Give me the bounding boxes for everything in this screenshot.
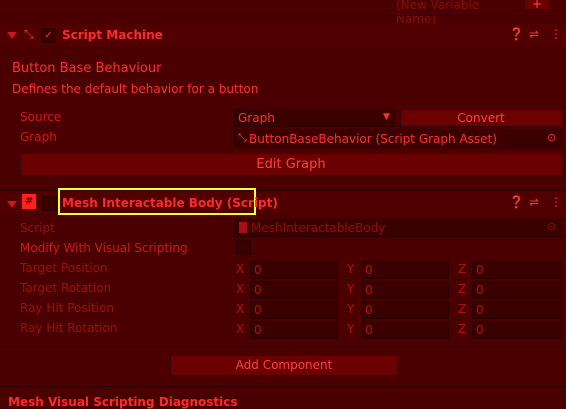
object-picker-icon[interactable]: ⊙: [547, 131, 556, 144]
source-dropdown[interactable]: Graph ▼: [234, 109, 396, 127]
more-options-icon[interactable]: ⋮: [550, 195, 562, 209]
z-value-field[interactable]: 0: [472, 281, 562, 299]
graph-summary: Defines the default behavior for a butto…: [12, 82, 259, 96]
graph-label: Graph: [20, 130, 57, 144]
graph-title: Button Base Behaviour: [12, 61, 162, 76]
chevron-down-icon: ▼: [383, 112, 390, 122]
y-axis-label: Y: [347, 302, 355, 316]
x-axis-label: X: [236, 282, 245, 296]
z-value-field[interactable]: 0: [472, 301, 562, 319]
script-graph-icon: ⤡: [238, 131, 247, 144]
collapse-triangle-icon[interactable]: [7, 201, 17, 208]
modify-with-visual-scripting-checkbox[interactable]: [236, 240, 251, 255]
script-machine-icon: ⤡: [24, 27, 34, 41]
z-axis-label: Z: [458, 262, 467, 276]
enabled-checkbox[interactable]: [42, 196, 57, 211]
enabled-checkbox[interactable]: ✓: [41, 28, 56, 43]
x-value-field[interactable]: 0: [250, 261, 338, 279]
x-value-field[interactable]: 0: [250, 321, 338, 339]
vector-row-label: Target Position: [20, 261, 108, 275]
z-value-field[interactable]: 0: [472, 261, 562, 279]
new-variable-name-input[interactable]: (New Variable Name): [396, 0, 518, 26]
x-axis-label: X: [236, 262, 245, 276]
z-value-field[interactable]: 0: [472, 321, 562, 339]
z-axis-label: Z: [458, 302, 467, 316]
add-component-button[interactable]: Add Component: [170, 355, 398, 376]
presets-icon[interactable]: ⇌: [529, 195, 539, 209]
help-icon[interactable]: ❓: [509, 195, 524, 209]
x-axis-label: X: [236, 302, 245, 316]
object-picker-icon: ⊙: [547, 220, 557, 233]
modify-label: Modify With Visual Scripting: [20, 241, 188, 255]
script-icon: [239, 222, 247, 233]
convert-button[interactable]: Convert: [400, 109, 562, 127]
source-value: Graph: [238, 111, 275, 125]
component-title: Mesh Interactable Body (Script): [62, 196, 278, 210]
y-axis-label: Y: [347, 262, 355, 276]
y-value-field[interactable]: 0: [361, 301, 449, 319]
graph-asset-field[interactable]: ⤡ ButtonBaseBehavior (Script Graph Asset…: [234, 129, 562, 148]
presets-icon[interactable]: ⇌: [529, 27, 539, 41]
script-icon: #: [22, 194, 36, 209]
more-options-icon[interactable]: ⋮: [550, 27, 562, 41]
y-value-field[interactable]: 0: [361, 261, 449, 279]
y-axis-label: Y: [347, 322, 355, 336]
component-title: Script Machine: [62, 28, 163, 42]
y-value-field[interactable]: 0: [361, 321, 449, 339]
script-machine-header[interactable]: ⤡ ✓ Script Machine ❓ ⇌ ⋮: [0, 24, 566, 46]
script-field: MeshInteractableBody ⊙: [234, 219, 562, 237]
edit-graph-button[interactable]: Edit Graph: [20, 153, 562, 176]
z-axis-label: Z: [458, 322, 467, 336]
vector-row-label: Ray Hit Position: [20, 301, 114, 315]
x-axis-label: X: [236, 322, 245, 336]
graph-asset-value: ButtonBaseBehavior (Script Graph Asset): [249, 132, 497, 146]
help-icon[interactable]: ❓: [509, 27, 524, 41]
source-label: Source: [20, 110, 62, 124]
x-value-field[interactable]: 0: [250, 281, 338, 299]
y-axis-label: Y: [347, 282, 355, 296]
add-variable-button[interactable]: +: [524, 0, 550, 10]
x-value-field[interactable]: 0: [250, 301, 338, 319]
vector-row-label: Ray Hit Rotation: [20, 321, 118, 335]
z-axis-label: Z: [458, 282, 467, 296]
script-value: MeshInteractableBody: [251, 221, 386, 235]
mesh-body-header[interactable]: # Mesh Interactable Body (Script) ❓ ⇌ ⋮: [0, 188, 566, 215]
y-value-field[interactable]: 0: [361, 281, 449, 299]
script-label: Script: [20, 221, 55, 235]
vector-row-label: Target Rotation: [20, 281, 112, 295]
collapse-triangle-icon[interactable]: [7, 32, 17, 39]
